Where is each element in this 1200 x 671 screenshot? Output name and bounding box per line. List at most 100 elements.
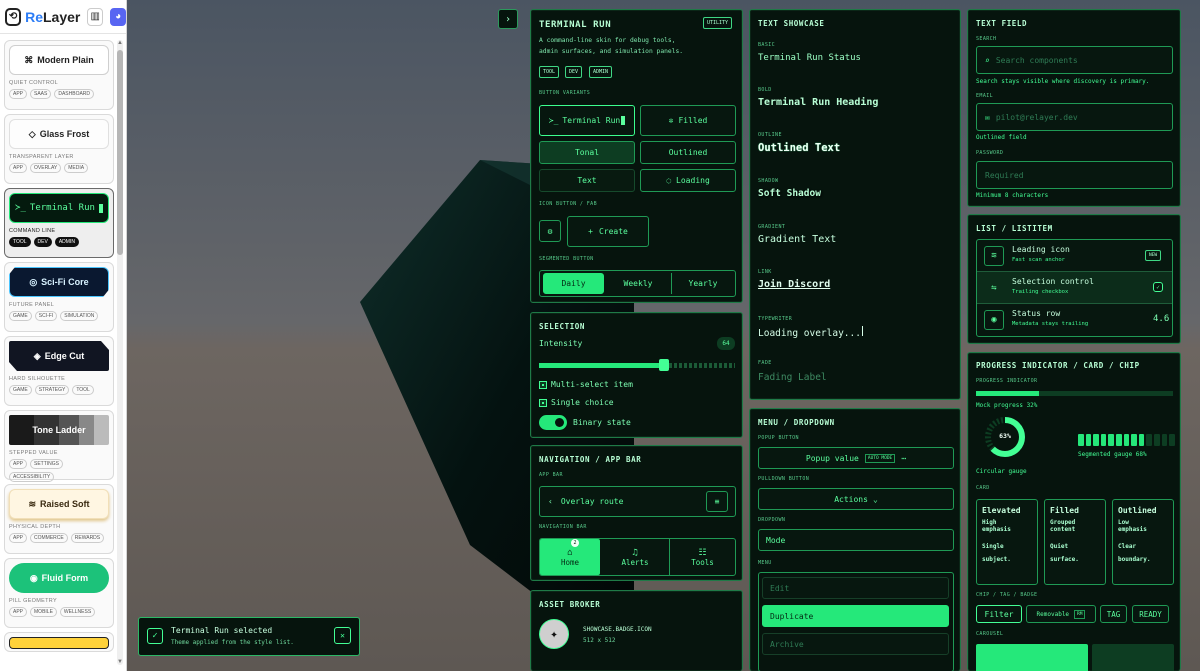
segment-daily[interactable]: Daily — [543, 273, 604, 294]
app-bar-title: Overlay route — [560, 497, 624, 506]
list-item-status-row[interactable]: ◉ Status row Metadata stays trailing 4.6 — [977, 304, 1172, 336]
style-card-tone-ladder[interactable]: Tone Ladder STEPPED VALUE APP SETTINGS A… — [4, 410, 114, 482]
segment-weekly[interactable]: Weekly — [606, 273, 670, 294]
password-placeholder: Required — [985, 170, 1024, 180]
button-label: Loading — [676, 176, 710, 185]
carousel-slide-next[interactable] — [1092, 644, 1174, 671]
gradient-text: Gradient Text — [758, 234, 837, 245]
slider-thumb[interactable] — [659, 359, 669, 371]
scroll-down-icon[interactable]: ▼ — [117, 659, 123, 665]
scroll-up-icon[interactable]: ▲ — [117, 40, 123, 46]
chip-label: Filter — [984, 609, 1014, 619]
filter-chip[interactable]: Filter — [976, 605, 1022, 623]
menu-button[interactable]: ≡ — [706, 491, 728, 512]
terminal-run-button[interactable]: ≻_ Terminal Run — [539, 105, 635, 136]
style-card-raised-soft[interactable]: ≋ Raised Soft PHYSICAL DEPTH APP COMMERCE… — [4, 484, 114, 554]
diamond-icon: ◇ — [28, 128, 36, 139]
filled-button[interactable]: ✲ Filled — [640, 105, 736, 136]
section-label: BUTTON VARIANTS — [539, 90, 591, 96]
list-item-leading-icon[interactable]: ≋ Leading icon Fast scan anchor NEW — [977, 240, 1172, 272]
card-outlined[interactable]: Outlined Low emphasis Clear boundary. — [1112, 499, 1174, 585]
style-preview-modern-plain[interactable]: ⌘ Modern Plain — [9, 45, 109, 75]
progress-card-chip-panel: PROGRESS INDICATOR / CARD / CHIP PROGRES… — [967, 352, 1181, 671]
removable-chip[interactable]: Removable RM — [1026, 605, 1096, 623]
style-preview-next[interactable] — [9, 637, 109, 649]
style-card-next[interactable] — [4, 632, 114, 652]
card-elevated[interactable]: Elevated High emphasis Single subject. — [976, 499, 1038, 585]
style-card-edge-cut[interactable]: ◈ Edge Cut HARD SILHOUETTE GAME STRATEGY … — [4, 336, 114, 406]
search-input[interactable]: ⌕ Search components — [976, 46, 1173, 74]
toast-close-button[interactable]: ✕ — [334, 627, 351, 644]
terminal-prompt-icon: ≻_ — [548, 116, 559, 125]
popup-value: Popup value — [805, 453, 859, 463]
chevron-down-icon: ⌄ — [872, 494, 878, 504]
gauge-segment — [1100, 434, 1107, 446]
style-tag: TOOL — [9, 237, 31, 247]
mock-progress-label: Mock progress 32% — [976, 402, 1038, 409]
loading-button[interactable]: ◌ Loading — [640, 169, 736, 192]
style-preview-terminal-run[interactable]: ≻_ Terminal Run — [9, 193, 109, 223]
nav-tab-tools[interactable]: ☷ Tools — [669, 539, 735, 575]
nav-tab-alerts[interactable]: ♫ Alerts — [603, 539, 667, 575]
gauge-segment — [1116, 434, 1122, 446]
mock-progress-track — [976, 391, 1173, 396]
showcase-label: FADE — [758, 360, 772, 366]
style-sidebar: ⟲ ReLayer ▥ ◕ ⌘ Modern Plain QUIET CONTRO… — [0, 0, 127, 671]
mode-dropdown[interactable]: Mode — [758, 529, 954, 551]
email-field[interactable]: ✉ pilot@relayer.dev — [976, 103, 1173, 131]
list-item-selection-control[interactable]: ⇋ Selection control Trailing checkbox ✓ — [977, 272, 1172, 304]
menu-item-edit[interactable]: Edit — [762, 577, 949, 599]
segment-yearly[interactable]: Yearly — [671, 273, 734, 294]
carousel-slide-active[interactable] — [976, 644, 1088, 671]
style-preview-sci-fi-core[interactable]: ◎ Sci-Fi Core — [9, 267, 109, 297]
home-badge: 2 — [571, 539, 579, 547]
tonal-button[interactable]: Tonal — [539, 141, 635, 164]
style-preview-raised-soft[interactable]: ≋ Raised Soft — [9, 489, 109, 519]
style-preview-edge-cut[interactable]: ◈ Edge Cut — [9, 341, 109, 371]
popup-button[interactable]: Popup value AUTO MODE ⋯ — [758, 447, 954, 469]
style-tag: APP — [9, 533, 28, 543]
style-preview-tone-ladder[interactable]: Tone Ladder — [9, 415, 109, 445]
multi-select-checkbox[interactable]: Multi-select item — [539, 380, 633, 389]
back-arrow-icon[interactable]: ‹ — [548, 497, 553, 506]
collapse-toggle-button[interactable]: › — [498, 9, 518, 29]
style-card-fluid-form[interactable]: ◉ Fluid Form PILL GEOMETRY APP MOBILE WEL… — [4, 558, 114, 628]
style-preview-glass-frost[interactable]: ◇ Glass Frost — [9, 119, 109, 149]
scroll-thumb[interactable] — [117, 50, 123, 255]
text-button[interactable]: Text — [539, 169, 635, 192]
discord-icon[interactable]: ◕ — [110, 7, 126, 26]
checkbox-icon — [539, 398, 547, 407]
tag-chip: DEV — [565, 66, 583, 78]
command-icon: ⌘ — [24, 54, 34, 65]
docs-book-icon[interactable]: ▥ — [87, 7, 104, 26]
style-card-glass-frost[interactable]: ◇ Glass Frost TRANSPARENT LAYER APP OVERL… — [4, 114, 114, 184]
password-field[interactable]: Required — [976, 161, 1173, 189]
sidebar-scrollbar[interactable]: ▲ ▼ — [117, 40, 123, 665]
settings-icon-button[interactable]: ⚙ — [539, 220, 561, 242]
discord-link[interactable]: Join Discord — [758, 279, 830, 290]
chip-icon: ◎ — [29, 276, 38, 287]
menu-item-archive[interactable]: Archive — [762, 633, 949, 655]
style-tag: SCI-FI — [34, 311, 58, 321]
card-title: Outlined — [1118, 506, 1157, 515]
binary-toggle[interactable] — [539, 415, 567, 430]
nav-tab-home[interactable]: ⌂ Home — [540, 539, 600, 575]
style-card-modern-plain[interactable]: ⌘ Modern Plain QUIET CONTROL APP SAAS DAS… — [4, 40, 114, 110]
card-line: Grouped — [1050, 519, 1076, 526]
card-filled[interactable]: Filled Grouped content Quiet surface. — [1044, 499, 1106, 585]
trailing-checkbox[interactable]: ✓ — [1153, 282, 1163, 292]
actions-pulldown-button[interactable]: Actions ⌄ — [758, 488, 954, 510]
remove-key[interactable]: RM — [1074, 609, 1086, 619]
single-choice-radio[interactable]: Single choice — [539, 398, 614, 407]
card-line: surface. — [1050, 556, 1079, 563]
style-label: Fluid Form — [41, 573, 89, 583]
style-preview-fluid-form[interactable]: ◉ Fluid Form — [9, 563, 109, 593]
style-subtitle: FUTURE PANEL — [9, 302, 55, 308]
style-card-terminal-run[interactable]: ≻_ Terminal Run COMMAND LINE TOOL DEV ADM… — [4, 188, 114, 258]
panel-title: TEXT SHOWCASE — [758, 19, 825, 28]
style-tag: OVERLAY — [30, 163, 62, 173]
menu-item-duplicate[interactable]: Duplicate — [762, 605, 949, 627]
style-card-sci-fi-core[interactable]: ◎ Sci-Fi Core FUTURE PANEL GAME SCI-FI SI… — [4, 262, 114, 332]
create-fab[interactable]: + Create — [567, 216, 649, 247]
outlined-button[interactable]: Outlined — [640, 141, 736, 164]
